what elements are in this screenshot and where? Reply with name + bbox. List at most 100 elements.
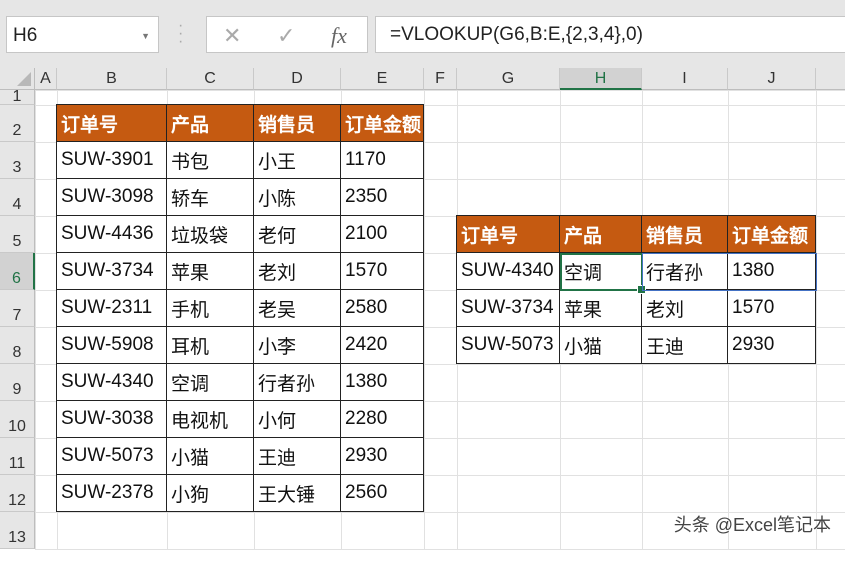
table1-cell[interactable]: 轿车 — [166, 178, 254, 216]
table1-cell[interactable]: 老刘 — [253, 252, 341, 290]
table1-cell[interactable]: 电视机 — [166, 400, 254, 438]
table1-cell[interactable]: 2420 — [340, 326, 424, 364]
table2-cell[interactable]: 小猫 — [559, 326, 642, 364]
table1-cell[interactable]: 耳机 — [166, 326, 254, 364]
gridline — [35, 549, 845, 550]
table1-cell[interactable]: 1380 — [340, 363, 424, 401]
row-header-8[interactable]: 8 — [0, 327, 35, 364]
table2-header-cell[interactable]: 产品 — [559, 215, 642, 253]
formula-input[interactable]: =VLOOKUP(G6,B:E,{2,3,4},0) — [375, 16, 845, 53]
table1-cell[interactable]: SUW-5073 — [56, 437, 167, 475]
active-cell-h6[interactable] — [560, 253, 646, 294]
table1-cell[interactable]: 小狗 — [166, 474, 254, 512]
gridline — [35, 90, 845, 91]
table1-cell[interactable]: 老吴 — [253, 289, 341, 327]
enter-icon[interactable]: ✓ — [277, 23, 295, 49]
table1-header-cell[interactable]: 产品 — [166, 104, 254, 142]
formula-toolbar: H6 ▼ · · · ✕ ✓ fx =VLOOKUP(G6,B:E,{2,3,4},0… — [0, 0, 845, 68]
table1-header-cell[interactable]: 订单金额 — [340, 104, 424, 142]
table1-cell[interactable]: 书包 — [166, 141, 254, 179]
gridline — [35, 90, 36, 549]
column-header-E[interactable]: E — [341, 68, 424, 90]
column-header-H[interactable]: H — [560, 68, 642, 90]
formula-buttons: ✕ ✓ fx — [206, 16, 368, 53]
gridline — [424, 90, 425, 549]
chevron-down-icon[interactable]: ▼ — [141, 31, 150, 41]
table1-cell[interactable]: 小陈 — [253, 178, 341, 216]
row-header-2[interactable]: 2 — [0, 105, 35, 142]
table1-cell[interactable]: 小李 — [253, 326, 341, 364]
insert-function-icon[interactable]: fx — [331, 23, 347, 49]
column-header-G[interactable]: G — [457, 68, 560, 90]
table2-header-cell[interactable]: 订单号 — [456, 215, 560, 253]
table1-cell[interactable]: 2580 — [340, 289, 424, 327]
row-header-11[interactable]: 11 — [0, 438, 35, 475]
table1-cell[interactable]: SUW-3038 — [56, 400, 167, 438]
row-header-12[interactable]: 12 — [0, 475, 35, 512]
watermark: 头条 @Excel笔记本 — [673, 515, 831, 535]
table1-cell[interactable]: 2100 — [340, 215, 424, 253]
more-icon: · · · — [178, 17, 184, 50]
row-header-3[interactable]: 3 — [0, 142, 35, 179]
row-header-13[interactable]: 13 — [0, 512, 35, 549]
column-header-J[interactable]: J — [728, 68, 816, 90]
table1-cell[interactable]: SUW-2311 — [56, 289, 167, 327]
table1-cell[interactable]: 老何 — [253, 215, 341, 253]
table1-cell[interactable]: SUW-2378 — [56, 474, 167, 512]
table2-cell[interactable]: 1570 — [727, 289, 816, 327]
gridline — [816, 90, 817, 549]
table1-cell[interactable]: 垃圾袋 — [166, 215, 254, 253]
table2-cell[interactable]: SUW-3734 — [456, 289, 560, 327]
column-header-D[interactable]: D — [254, 68, 341, 90]
table2-header-cell[interactable]: 销售员 — [641, 215, 728, 253]
table1-cell[interactable]: 小何 — [253, 400, 341, 438]
row-header-1[interactable]: 1 — [0, 89, 35, 105]
table2-cell[interactable]: 老刘 — [641, 289, 728, 327]
row-header-7[interactable]: 7 — [0, 290, 35, 327]
table1-cell[interactable]: 王大锤 — [253, 474, 341, 512]
table1-cell[interactable]: SUW-4436 — [56, 215, 167, 253]
table1-cell[interactable]: SUW-4340 — [56, 363, 167, 401]
column-header-A[interactable]: A — [35, 68, 57, 90]
table1-cell[interactable]: 行者孙 — [253, 363, 341, 401]
column-header-C[interactable]: C — [167, 68, 254, 90]
table2-cell[interactable]: SUW-5073 — [456, 326, 560, 364]
row-header-10[interactable]: 10 — [0, 401, 35, 438]
table1-cell[interactable]: 1170 — [340, 141, 424, 179]
table1-cell[interactable]: 2930 — [340, 437, 424, 475]
row-header-9[interactable]: 9 — [0, 364, 35, 401]
table1-header-cell[interactable]: 销售员 — [253, 104, 341, 142]
table1-cell[interactable]: 1570 — [340, 252, 424, 290]
table1-cell[interactable]: 2350 — [340, 178, 424, 216]
table2-cell[interactable]: 2930 — [727, 326, 816, 364]
table2-cell[interactable]: SUW-4340 — [456, 252, 560, 290]
table1-cell[interactable]: 王迪 — [253, 437, 341, 475]
column-header-I[interactable]: I — [642, 68, 728, 90]
table1-cell[interactable]: SUW-3098 — [56, 178, 167, 216]
table2-cell[interactable]: 王迪 — [641, 326, 728, 364]
name-box-value: H6 — [13, 25, 38, 46]
table1-cell[interactable]: SUW-3901 — [56, 141, 167, 179]
table1-cell[interactable]: SUW-3734 — [56, 252, 167, 290]
table1-cell[interactable]: 小猫 — [166, 437, 254, 475]
table1-cell[interactable]: 手机 — [166, 289, 254, 327]
select-all-button[interactable] — [0, 68, 35, 90]
row-header-5[interactable]: 5 — [0, 216, 35, 253]
table1-cell[interactable]: 小王 — [253, 141, 341, 179]
row-header-6[interactable]: 6 — [0, 253, 35, 290]
table2-cell[interactable]: 苹果 — [559, 289, 642, 327]
table2-header-cell[interactable]: 订单金额 — [727, 215, 816, 253]
column-header-B[interactable]: B — [57, 68, 167, 90]
name-box[interactable]: H6 ▼ — [6, 16, 159, 53]
column-header-F[interactable]: F — [424, 68, 457, 90]
table1-cell[interactable]: SUW-5908 — [56, 326, 167, 364]
row-header-4[interactable]: 4 — [0, 179, 35, 216]
cancel-icon[interactable]: ✕ — [223, 23, 241, 49]
column-header-k[interactable] — [816, 68, 845, 90]
table1-cell[interactable]: 2560 — [340, 474, 424, 512]
table1-header-cell[interactable]: 订单号 — [56, 104, 167, 142]
table1-cell[interactable]: 2280 — [340, 400, 424, 438]
table1-cell[interactable]: 空调 — [166, 363, 254, 401]
table1-cell[interactable]: 苹果 — [166, 252, 254, 290]
spill-range-outline — [642, 253, 817, 291]
